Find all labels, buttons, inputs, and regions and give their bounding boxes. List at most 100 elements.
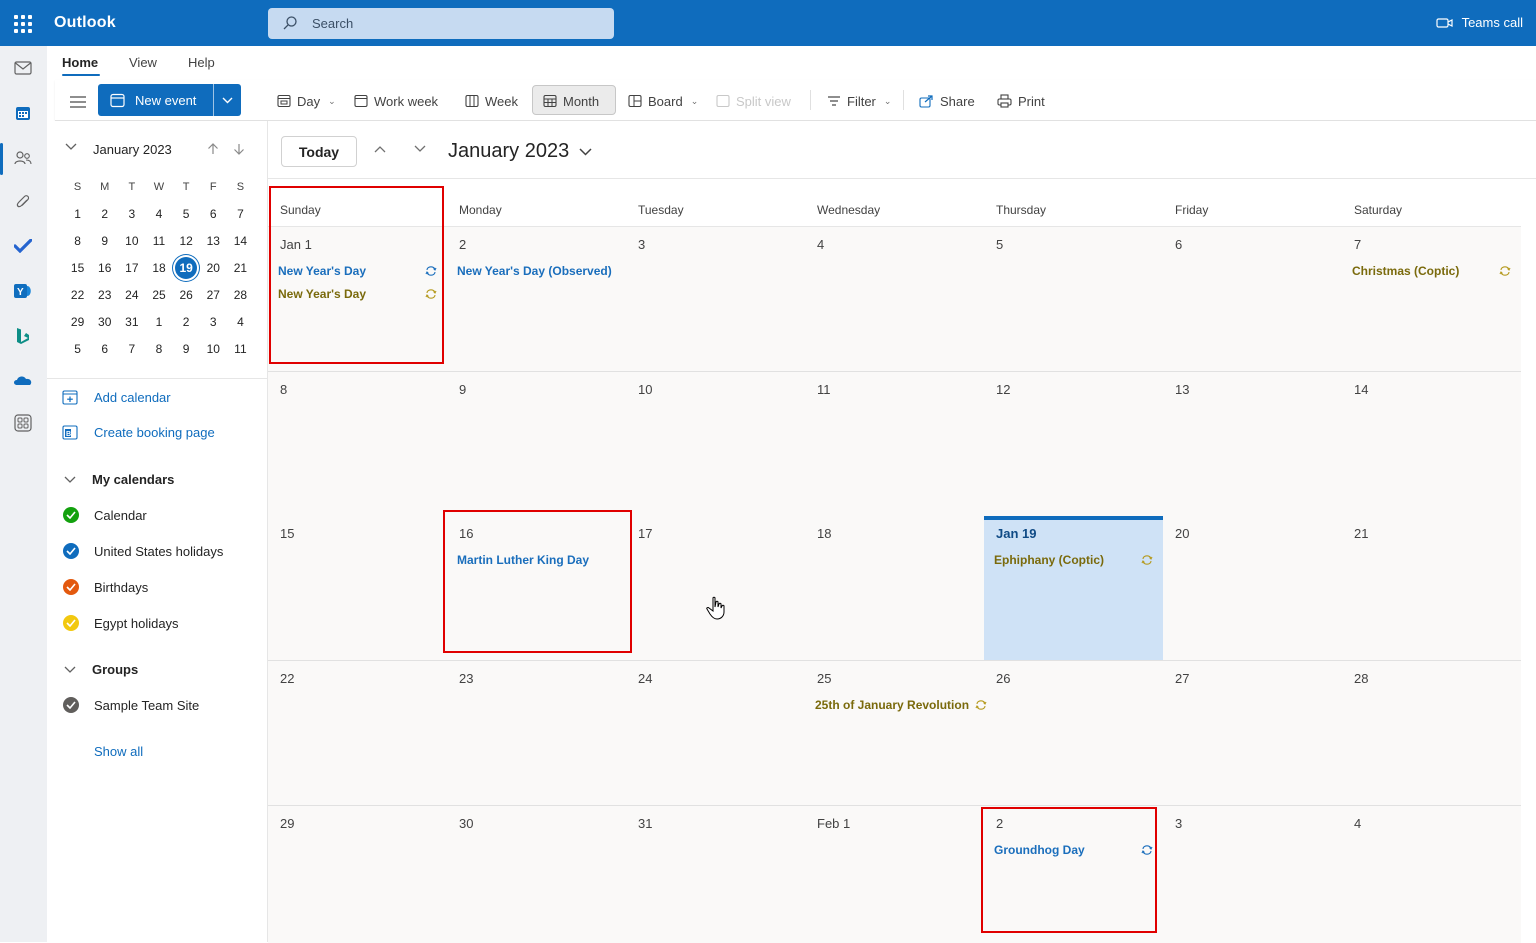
app-launcher-icon[interactable]	[14, 15, 32, 33]
month-view-button[interactable]: Month	[543, 91, 599, 111]
today-button[interactable]: Today	[281, 136, 357, 167]
calendar-day-cell[interactable]: 14	[1342, 372, 1521, 516]
hamburger-menu-icon[interactable]	[69, 92, 87, 112]
mini-calendar-day[interactable]: 26	[173, 284, 200, 306]
calendar-day-cell[interactable]: 16 Martin Luther King Day	[447, 516, 626, 660]
mini-calendar-day[interactable]: 13	[200, 230, 227, 252]
calendar-day-cell[interactable]: 12	[984, 372, 1163, 516]
groups-header[interactable]: Groups	[64, 662, 138, 677]
mini-calendar-day[interactable]: 7	[227, 203, 254, 225]
mini-calendar-day[interactable]: 12	[173, 230, 200, 252]
new-event-main[interactable]: New event	[98, 84, 213, 116]
calendar-event[interactable]: New Year's Day (Observed)	[457, 264, 612, 278]
mini-calendar-day[interactable]: 6	[91, 338, 118, 360]
mini-calendar-day[interactable]: 8	[145, 338, 172, 360]
filter-button[interactable]: Filter ⌄	[827, 91, 891, 111]
collapse-chevron-icon[interactable]	[65, 143, 77, 151]
mini-calendar-day[interactable]: 23	[91, 284, 118, 306]
calendar-day-cell[interactable]: 27	[1163, 661, 1342, 805]
calendar-item[interactable]: United States holidays	[63, 543, 223, 559]
onedrive-icon[interactable]	[12, 369, 34, 391]
new-event-button[interactable]: New event	[98, 84, 241, 116]
check-icon[interactable]	[63, 579, 79, 595]
mini-calendar-day[interactable]: 18	[145, 257, 172, 279]
calendar-day-cell[interactable]: 22	[268, 661, 447, 805]
calendar-day-cell[interactable]: 9	[447, 372, 626, 516]
new-event-dropdown[interactable]	[214, 84, 241, 116]
calendar-day-cell[interactable]: 2 Groundhog Day	[984, 806, 1163, 943]
calendar-day-cell[interactable]: 30	[447, 806, 626, 943]
calendar-event[interactable]: Ephiphany (Coptic)	[994, 553, 1153, 567]
mini-calendar-day[interactable]: 15	[64, 257, 91, 279]
tab-help[interactable]: Help	[188, 55, 215, 70]
calendar-day-cell[interactable]: 10	[626, 372, 805, 516]
check-icon[interactable]	[63, 697, 79, 713]
chevron-up-icon[interactable]	[374, 145, 386, 153]
week-view-button[interactable]: Week	[465, 91, 518, 111]
todo-icon[interactable]	[12, 235, 34, 257]
calendar-day-today[interactable]: Jan 19 Ephiphany (Coptic)	[984, 516, 1163, 660]
calendar-day-cell[interactable]: 11	[805, 372, 984, 516]
month-title-dropdown[interactable]: January 2023	[448, 140, 592, 163]
search-box[interactable]: Search	[268, 8, 614, 39]
mini-calendar-day[interactable]: 16	[91, 257, 118, 279]
mini-calendar-day[interactable]: 14	[227, 230, 254, 252]
calendar-event[interactable]: Christmas (Coptic)	[1352, 264, 1511, 278]
mini-calendar-day[interactable]: 4	[145, 203, 172, 225]
calendar-day-cell[interactable]: 3	[1163, 806, 1342, 943]
create-booking-page-link[interactable]: B Create booking page	[62, 424, 215, 440]
more-apps-icon[interactable]	[12, 412, 34, 434]
calendar-day-cell[interactable]: 25 25th of January Revolution	[805, 661, 987, 805]
my-calendars-header[interactable]: My calendars	[64, 472, 174, 487]
mini-calendar-day[interactable]: 10	[118, 230, 145, 252]
mini-calendar-day[interactable]: 4	[227, 311, 254, 333]
calendar-day-cell[interactable]: 13	[1163, 372, 1342, 516]
check-icon[interactable]	[63, 615, 79, 631]
mini-calendar-day[interactable]: 17	[118, 257, 145, 279]
calendar-day-cell[interactable]: 31	[626, 806, 805, 943]
mini-calendar-day[interactable]: 21	[227, 257, 254, 279]
calendar-day-cell[interactable]: 4	[1342, 806, 1521, 943]
calendar-icon[interactable]	[12, 102, 34, 124]
mini-calendar-day[interactable]: 24	[118, 284, 145, 306]
calendar-event[interactable]: 25th of January Revolution	[815, 698, 987, 712]
calendar-day-cell[interactable]: 24	[626, 661, 805, 805]
mini-calendar-day[interactable]: 19	[175, 256, 198, 279]
scrollbar-track[interactable]	[1521, 186, 1536, 942]
mini-calendar-day[interactable]: 22	[64, 284, 91, 306]
calendar-event[interactable]: Martin Luther King Day	[457, 553, 589, 567]
arrow-down-icon[interactable]	[233, 143, 245, 155]
calendar-day-cell[interactable]: 26	[984, 661, 1163, 805]
mini-calendar-day[interactable]: 6	[200, 203, 227, 225]
calendar-day-cell[interactable]: 3	[626, 227, 805, 371]
app-title[interactable]: Outlook	[54, 14, 116, 32]
calendar-event[interactable]: New Year's Day	[278, 287, 437, 301]
add-calendar-link[interactable]: Add calendar	[62, 389, 171, 405]
calendar-day-cell[interactable]: 29	[268, 806, 447, 943]
calendar-event[interactable]: New Year's Day	[278, 264, 437, 278]
calendar-day-cell[interactable]: 23	[447, 661, 626, 805]
bookings-icon[interactable]	[12, 325, 34, 347]
board-view-button[interactable]: Board ⌄	[628, 91, 698, 111]
calendar-day-cell[interactable]: 17	[626, 516, 805, 660]
mini-calendar-day[interactable]: 8	[64, 230, 91, 252]
mini-calendar-day[interactable]: 31	[118, 311, 145, 333]
calendar-day-cell[interactable]: 2 New Year's Day (Observed)	[447, 227, 626, 371]
mini-calendar-day[interactable]: 27	[200, 284, 227, 306]
check-icon[interactable]	[63, 543, 79, 559]
tab-home[interactable]: Home	[62, 55, 98, 70]
mini-calendar-day[interactable]: 3	[118, 203, 145, 225]
print-button[interactable]: Print	[997, 91, 1045, 111]
calendar-day-cell[interactable]: 18	[805, 516, 984, 660]
mini-calendar-day[interactable]: 11	[145, 230, 172, 252]
calendar-day-cell[interactable]: Feb 1	[805, 806, 984, 943]
calendar-event[interactable]: Groundhog Day	[994, 843, 1153, 857]
attachment-icon[interactable]	[12, 191, 34, 213]
calendar-day-cell[interactable]: 15	[268, 516, 447, 660]
mini-calendar-day[interactable]: 1	[64, 203, 91, 225]
mini-calendar-day[interactable]: 29	[64, 311, 91, 333]
mini-calendar-day[interactable]: 11	[227, 338, 254, 360]
calendar-day-cell[interactable]: 21	[1342, 516, 1521, 660]
mini-calendar-day[interactable]: 3	[200, 311, 227, 333]
share-button[interactable]: Share	[919, 91, 975, 111]
